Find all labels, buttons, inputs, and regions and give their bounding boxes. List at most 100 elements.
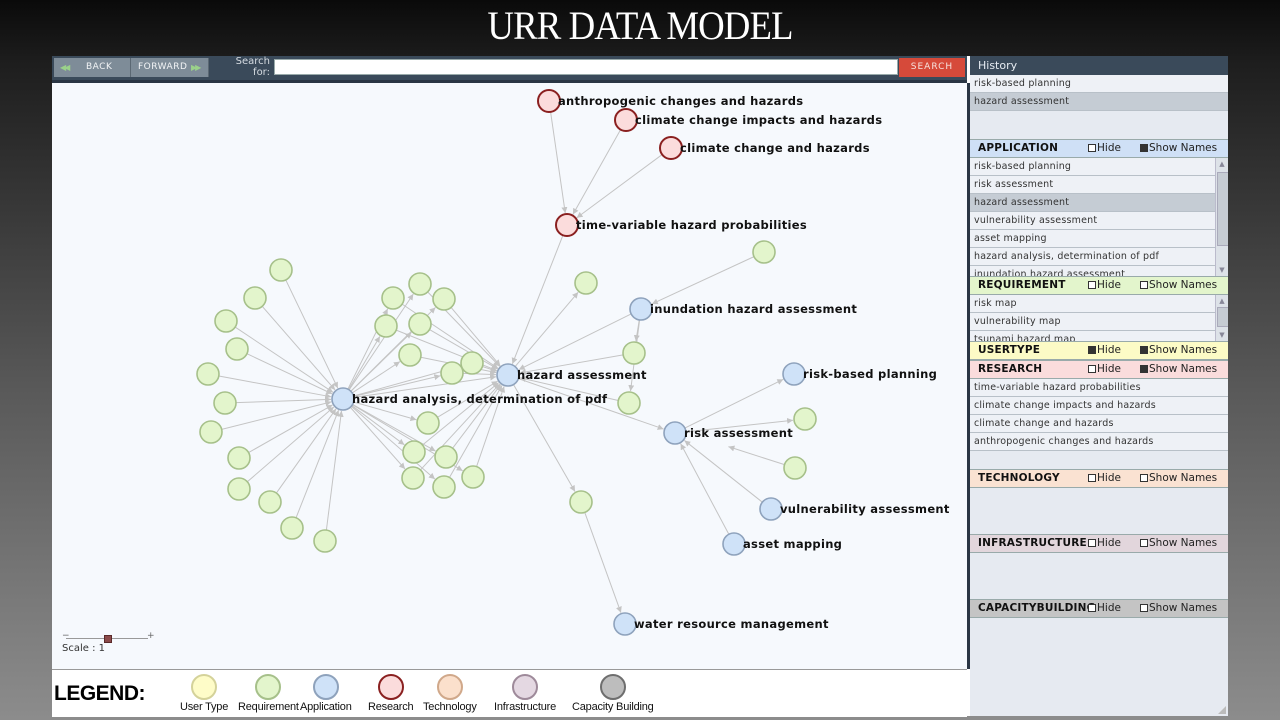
application-node-wrm[interactable] [613,612,637,636]
back-button[interactable]: ◀◀ BACK [54,58,131,77]
node-label[interactable]: anthropogenic changes and hazards [558,94,803,108]
scale-slider-thumb[interactable] [104,635,112,643]
hide-checkbox[interactable]: Hide [1088,600,1121,617]
checkbox-icon[interactable] [1140,365,1148,373]
node-label[interactable]: inundation hazard assessment [650,302,857,316]
list-item[interactable]: vulnerability assessment [970,212,1215,230]
requirement-node[interactable] [225,337,249,361]
application-node-va[interactable] [759,497,783,521]
application-node-ra[interactable] [663,421,687,445]
application-node-am[interactable] [722,532,746,556]
graph-svg[interactable]: anthropogenic changes and hazards climate… [52,83,967,669]
application-node-rbp[interactable] [782,362,806,386]
requirement-node[interactable] [793,407,817,431]
requirement-node[interactable] [440,361,464,385]
forward-button[interactable]: FORWARD ▶▶ [131,58,209,77]
history-item[interactable]: hazard assessment [970,93,1228,111]
hide-checkbox[interactable]: Hide [1088,361,1121,378]
hide-checkbox[interactable]: Hide [1088,535,1121,552]
requirement-node[interactable] [381,286,405,310]
list-item[interactable]: climate change and hazards [970,415,1228,433]
checkbox-icon[interactable] [1140,346,1148,354]
history-item[interactable]: risk-based planning [970,75,1228,93]
requirement-node[interactable] [461,465,485,489]
requirement-node[interactable] [398,343,422,367]
show-names-checkbox[interactable]: Show Names [1140,600,1217,617]
scrollbar-thumb[interactable] [1217,172,1228,246]
list-item[interactable]: risk map [970,295,1215,313]
research-node-anthro[interactable] [537,89,561,113]
node-label[interactable]: time-variable hazard probabilities [576,218,807,232]
hide-checkbox[interactable]: Hide [1088,342,1121,359]
application-node-hadp[interactable] [331,387,355,411]
requirement-node[interactable] [199,420,223,444]
search-input[interactable] [274,59,898,75]
show-names-checkbox[interactable]: Show Names [1140,535,1217,552]
list-item[interactable]: inundation hazard assessment [970,266,1215,276]
scroll-down-arrow-icon[interactable]: ▼ [1216,264,1228,276]
node-label[interactable]: risk assessment [684,426,793,440]
node-label[interactable]: hazard analysis, determination of pdf [352,392,608,406]
hide-checkbox[interactable]: Hide [1088,470,1121,487]
requirement-node[interactable] [622,341,646,365]
requirement-node[interactable] [280,516,304,540]
node-label[interactable]: risk-based planning [803,367,937,381]
show-names-checkbox[interactable]: Show Names [1140,140,1217,157]
scroll-down-arrow-icon[interactable]: ▼ [1216,329,1228,341]
requirement-node[interactable] [460,351,484,375]
list-item[interactable]: tsunami hazard map [970,331,1215,341]
checkbox-icon[interactable] [1088,281,1096,289]
list-item[interactable]: anthropogenic changes and hazards [970,433,1228,451]
requirement-node[interactable] [432,287,456,311]
requirement-node[interactable] [374,314,398,338]
zoom-in-icon[interactable]: + [147,631,155,641]
resize-grip-icon[interactable] [1218,706,1226,714]
checkbox-icon[interactable] [1088,604,1096,612]
scrollbar-thumb[interactable] [1217,307,1228,327]
list-item[interactable]: hazard assessment [970,194,1215,212]
search-button[interactable]: SEARCH [899,58,965,77]
checkbox-icon[interactable] [1088,474,1096,482]
checkbox-icon[interactable] [1140,474,1148,482]
checkbox-icon[interactable] [1088,346,1096,354]
checkbox-icon[interactable] [1140,604,1148,612]
list-item[interactable]: asset mapping [970,230,1215,248]
list-item[interactable]: risk assessment [970,176,1215,194]
requirement-node[interactable] [434,445,458,469]
requirement-node[interactable] [416,411,440,435]
requirement-node[interactable] [243,286,267,310]
requirement-node[interactable] [258,490,282,514]
scrollbar[interactable]: ▲ ▼ [1215,158,1228,276]
requirement-node[interactable] [196,362,220,386]
scroll-up-arrow-icon[interactable]: ▲ [1216,295,1228,307]
node-label[interactable]: vulnerability assessment [780,502,950,516]
show-names-checkbox[interactable]: Show Names [1140,342,1217,359]
requirement-node[interactable] [227,477,251,501]
node-label[interactable]: water resource management [634,617,829,631]
checkbox-icon[interactable] [1140,539,1148,547]
requirement-node[interactable] [752,240,776,264]
list-item[interactable]: hazard analysis, determination of pdf [970,248,1215,266]
requirement-node[interactable] [227,446,251,470]
requirement-node[interactable] [213,391,237,415]
list-item[interactable]: vulnerability map [970,313,1215,331]
application-node-ha[interactable] [496,363,520,387]
research-node-cch[interactable] [659,136,683,160]
requirement-node[interactable] [408,312,432,336]
scroll-up-arrow-icon[interactable]: ▲ [1216,158,1228,170]
list-item[interactable]: time-variable hazard probabilities [970,379,1228,397]
node-label[interactable]: climate change impacts and hazards [635,113,882,127]
zoom-out-icon[interactable]: − [62,631,70,641]
checkbox-icon[interactable] [1140,281,1148,289]
research-node-tvhp[interactable] [555,213,579,237]
requirement-node[interactable] [432,475,456,499]
show-names-checkbox[interactable]: Show Names [1140,470,1217,487]
checkbox-icon[interactable] [1088,144,1096,152]
scrollbar[interactable]: ▲ ▼ [1215,295,1228,341]
hide-checkbox[interactable]: Hide [1088,140,1121,157]
node-label[interactable]: climate change and hazards [680,141,870,155]
checkbox-icon[interactable] [1140,144,1148,152]
requirement-node[interactable] [269,258,293,282]
requirement-node[interactable] [783,456,807,480]
requirement-node[interactable] [574,271,598,295]
